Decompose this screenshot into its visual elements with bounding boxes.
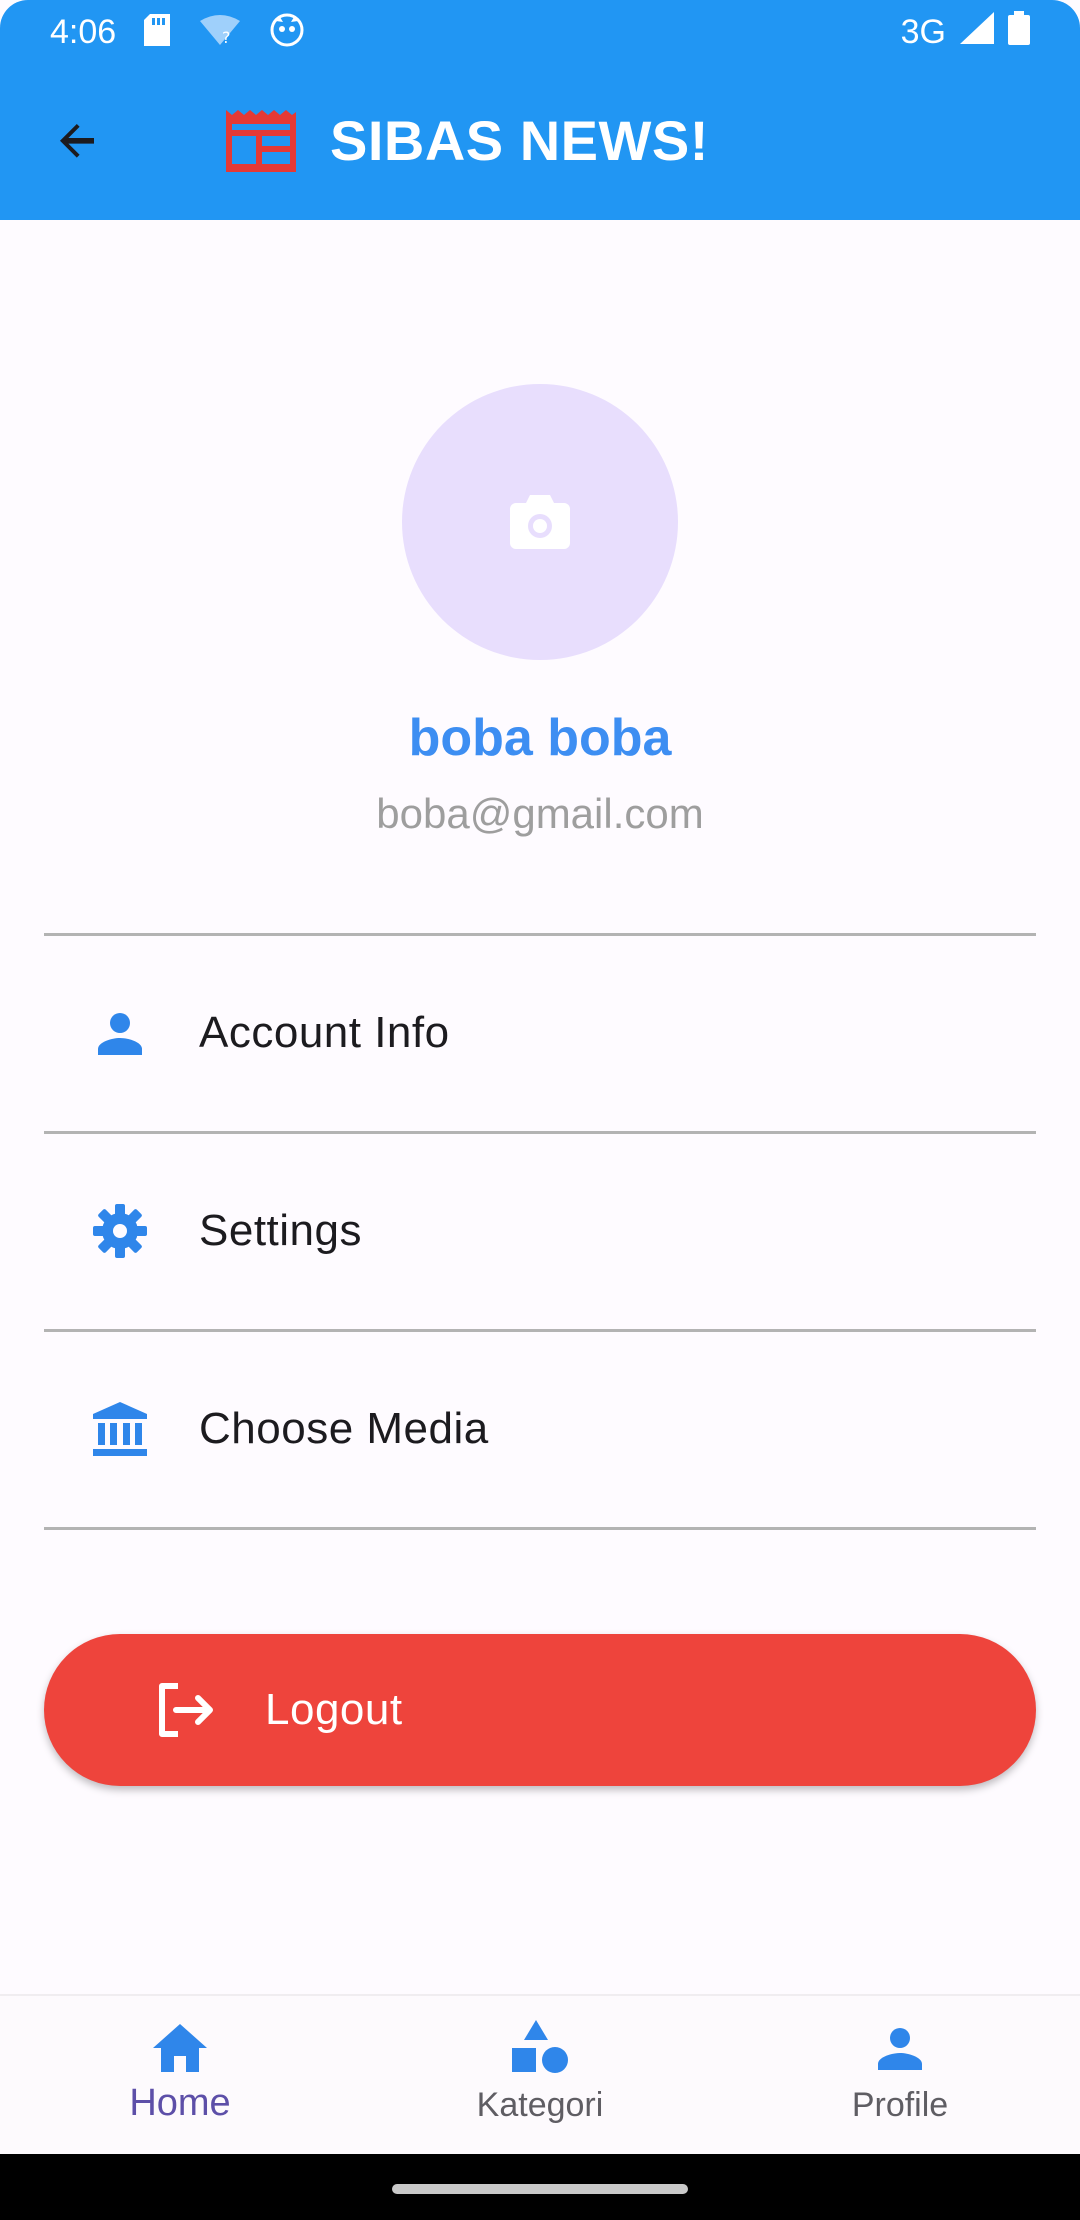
nav-label: Kategori xyxy=(476,2086,604,2124)
category-shapes-icon xyxy=(510,2018,570,2078)
app-bar: SIBAS NEWS! xyxy=(0,64,1080,220)
app-title: SIBAS NEWS! xyxy=(330,109,709,172)
battery-icon xyxy=(1008,10,1030,54)
home-icon xyxy=(150,2018,210,2078)
gesture-bar xyxy=(0,2154,1080,2220)
menu-item-choose-media[interactable]: Choose Media xyxy=(44,1331,1036,1527)
menu-item-account-info[interactable]: Account Info xyxy=(44,935,1036,1131)
user-name: boba boba xyxy=(408,709,672,767)
logout-label: Logout xyxy=(265,1685,403,1734)
arrow-back-icon xyxy=(60,124,94,158)
home-gesture-handle[interactable] xyxy=(392,2184,688,2194)
menu-item-label: Account Info xyxy=(199,1008,450,1057)
nav-label: Home xyxy=(129,2082,231,2124)
status-icons-left: ? xyxy=(144,13,304,52)
logout-icon xyxy=(154,1678,218,1742)
nav-item-profile[interactable]: Profile xyxy=(720,1996,1080,2156)
wifi-question-icon: ? xyxy=(200,14,241,50)
divider xyxy=(44,1527,1036,1530)
camera-icon xyxy=(510,495,570,549)
bottom-nav: Home Kategori Profile xyxy=(0,1994,1080,2154)
nav-label: Profile xyxy=(851,2086,949,2124)
back-button[interactable] xyxy=(46,108,110,172)
menu-item-label: Choose Media xyxy=(199,1404,489,1453)
bank-icon xyxy=(92,1401,148,1457)
person-icon xyxy=(92,1005,148,1061)
svg-text:?: ? xyxy=(222,28,231,45)
user-email: boba@gmail.com xyxy=(376,790,704,837)
network-type: 3G xyxy=(900,12,946,51)
newspaper-icon xyxy=(226,110,296,172)
gear-icon xyxy=(92,1203,148,1259)
status-time: 4:06 xyxy=(50,12,117,51)
signal-icon xyxy=(960,11,994,53)
menu-item-settings[interactable]: Settings xyxy=(44,1133,1036,1329)
menu-item-label: Settings xyxy=(199,1206,362,1255)
cat-icon xyxy=(270,13,304,52)
sd-card-icon xyxy=(144,13,171,51)
nav-item-home[interactable]: Home xyxy=(0,1996,360,2156)
nav-item-kategori[interactable]: Kategori xyxy=(360,1996,720,2156)
logout-button[interactable]: Logout xyxy=(44,1634,1036,1786)
status-right: 3G xyxy=(900,10,1030,54)
person-icon xyxy=(870,2018,930,2078)
avatar[interactable] xyxy=(402,384,678,660)
status-bar: 4:06 ? 3G xyxy=(0,0,1080,64)
